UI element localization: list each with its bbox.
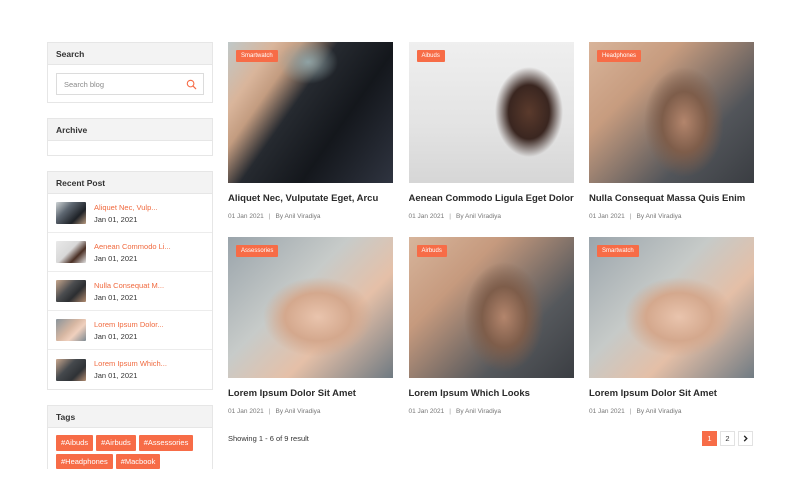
- blog-card: Aibuds Aenean Commodo Ligula Eget Dolor …: [408, 42, 574, 237]
- tags-widget-title: Tags: [48, 406, 212, 428]
- blog-card-title[interactable]: Aenean Commodo Ligula Eget Dolor: [409, 193, 574, 204]
- recent-post-link[interactable]: Nulla Consequat M...: [94, 281, 164, 290]
- blog-grid: Smartwatch Aliquet Nec, Vulputate Eget, …: [228, 42, 754, 432]
- blog-card-meta: 01 Jan 2021 | By Anil Viradiya: [589, 213, 754, 220]
- blog-card-title[interactable]: Lorem Ipsum Which Looks: [409, 388, 574, 399]
- category-badge[interactable]: Smartwatch: [236, 50, 278, 62]
- blog-card: Assessories Lorem Ipsum Dolor Sit Amet 0…: [228, 237, 393, 432]
- blog-card-image[interactable]: Assessories: [228, 237, 393, 378]
- recent-post-link[interactable]: Lorem Ipsum Which...: [94, 359, 167, 368]
- blog-card: Headphones Nulla Consequat Massa Quis En…: [589, 42, 754, 237]
- tag-headphones[interactable]: #Headphones: [56, 453, 113, 469]
- blog-card-title[interactable]: Aliquet Nec, Vulputate Eget, Arcu: [228, 193, 393, 204]
- recent-post-thumbnail[interactable]: [56, 241, 86, 263]
- recent-post-thumbnail[interactable]: [56, 358, 86, 381]
- category-badge[interactable]: Headphones: [597, 50, 642, 62]
- recent-post-thumbnail[interactable]: [56, 280, 86, 302]
- search-input[interactable]: [64, 79, 174, 89]
- search-icon[interactable]: [186, 79, 197, 90]
- blog-card-image[interactable]: Smartwatch: [228, 42, 393, 183]
- next-page-button[interactable]: [738, 431, 753, 446]
- blog-card-image[interactable]: Aibuds: [408, 42, 574, 183]
- sidebar: Search Archive Recent Post Aliquet Nec, …: [47, 42, 213, 469]
- search-widget-title: Search: [48, 43, 212, 65]
- blog-card-image[interactable]: Headphones: [589, 42, 754, 183]
- tag-aibuds[interactable]: #Aibuds: [56, 435, 94, 451]
- recent-post-date: Jan 01, 2021: [94, 331, 138, 341]
- meta-separator: |: [629, 408, 632, 415]
- blog-card-author: By Anil Viradiya: [456, 213, 502, 220]
- page-1-button[interactable]: 1: [702, 431, 717, 446]
- blog-card-author: By Anil Viradiya: [456, 408, 502, 415]
- recent-post-title: Recent Post: [48, 172, 212, 194]
- blog-card-title[interactable]: Lorem Ipsum Dolor Sit Amet: [228, 388, 393, 399]
- category-badge[interactable]: Airbuds: [416, 245, 447, 257]
- meta-separator: |: [268, 213, 271, 220]
- blog-card-meta: 01 Jan 2021 | By Anil Viradiya: [589, 408, 754, 415]
- meta-separator: |: [449, 408, 451, 415]
- category-badge[interactable]: Aibuds: [416, 50, 445, 62]
- chevron-right-icon: [743, 435, 748, 442]
- blog-card: Smartwatch Lorem Ipsum Dolor Sit Amet 01…: [589, 237, 754, 432]
- archive-widget-title[interactable]: Archive: [48, 119, 212, 141]
- blog-card-date: 01 Jan 2021: [589, 408, 625, 415]
- recent-post-item[interactable]: Aenean Commodo Li... Jan 01, 2021: [48, 233, 212, 272]
- blog-card-date: 01 Jan 2021: [408, 408, 445, 415]
- search-box: [56, 73, 204, 95]
- recent-post-item[interactable]: Lorem Ipsum Which... Jan 01, 2021: [48, 350, 212, 389]
- blog-card-date: 01 Jan 2021: [228, 213, 264, 220]
- tag-cloud: #Aibuds #Airbuds #Assessories #Headphone…: [48, 428, 212, 476]
- blog-card-image[interactable]: Airbuds: [408, 237, 574, 378]
- blog-card-date: 01 Jan 2021: [228, 408, 264, 415]
- tags-widget: Tags #Aibuds #Airbuds #Assessories #Head…: [47, 405, 213, 469]
- meta-separator: |: [449, 213, 451, 220]
- blog-card-meta: 01 Jan 2021 | By Anil Viradiya: [409, 213, 574, 220]
- recent-post-widget: Recent Post Aliquet Nec, Vulp... Jan 01,…: [47, 171, 213, 390]
- blog-card-author: By Anil Viradiya: [636, 408, 682, 415]
- blog-card: Smartwatch Aliquet Nec, Vulputate Eget, …: [228, 42, 393, 237]
- category-badge[interactable]: Smartwatch: [597, 245, 639, 257]
- blog-card-meta: 01 Jan 2021 | By Anil Viradiya: [409, 408, 574, 415]
- recent-post-item[interactable]: Aliquet Nec, Vulp... Jan 01, 2021: [48, 194, 212, 233]
- recent-post-date: Jan 01, 2021: [94, 253, 138, 263]
- category-badge[interactable]: Assessories: [236, 245, 279, 257]
- blog-card-title[interactable]: Lorem Ipsum Dolor Sit Amet: [589, 388, 754, 399]
- page-2-button[interactable]: 2: [720, 431, 735, 446]
- blog-card-author: By Anil Viradiya: [636, 213, 682, 220]
- recent-post-date: Jan 01, 2021: [94, 292, 138, 302]
- meta-separator: |: [268, 408, 271, 415]
- tag-macbook[interactable]: #Macbook: [115, 453, 161, 469]
- blog-card-image[interactable]: Smartwatch: [589, 237, 754, 378]
- results-count: Showing 1 - 6 of 9 result: [228, 434, 309, 443]
- recent-post-item[interactable]: Lorem Ipsum Dolor... Jan 01, 2021: [48, 311, 212, 350]
- recent-post-link[interactable]: Lorem Ipsum Dolor...: [94, 320, 164, 329]
- blog-card-meta: 01 Jan 2021 | By Anil Viradiya: [228, 408, 393, 415]
- recent-post-list: Aliquet Nec, Vulp... Jan 01, 2021 Aenean…: [48, 194, 212, 389]
- archive-widget: Archive: [47, 118, 213, 156]
- blog-card-author: By Anil Viradiya: [275, 213, 321, 220]
- recent-post-link[interactable]: Aenean Commodo Li...: [94, 242, 171, 251]
- tag-assessories[interactable]: #Assessories: [138, 435, 194, 451]
- blog-card: Airbuds Lorem Ipsum Which Looks 01 Jan 2…: [408, 237, 574, 432]
- blog-card-author: By Anil Viradiya: [275, 408, 321, 415]
- blog-card-meta: 01 Jan 2021 | By Anil Viradiya: [228, 213, 393, 220]
- recent-post-item[interactable]: Nulla Consequat M... Jan 01, 2021: [48, 272, 212, 311]
- recent-post-link[interactable]: Aliquet Nec, Vulp...: [94, 203, 158, 212]
- search-widget: Search: [47, 42, 213, 103]
- meta-separator: |: [629, 213, 632, 220]
- blog-card-date: 01 Jan 2021: [408, 213, 445, 220]
- blog-card-date: 01 Jan 2021: [589, 213, 625, 220]
- pagination: 1 2: [702, 431, 753, 446]
- recent-post-date: Jan 01, 2021: [94, 371, 138, 380]
- recent-post-thumbnail[interactable]: [56, 202, 86, 224]
- recent-post-thumbnail[interactable]: [56, 319, 86, 341]
- tag-airbuds[interactable]: #Airbuds: [96, 435, 136, 451]
- recent-post-date: Jan 01, 2021: [94, 214, 138, 224]
- blog-card-title[interactable]: Nulla Consequat Massa Quis Enim: [589, 193, 754, 204]
